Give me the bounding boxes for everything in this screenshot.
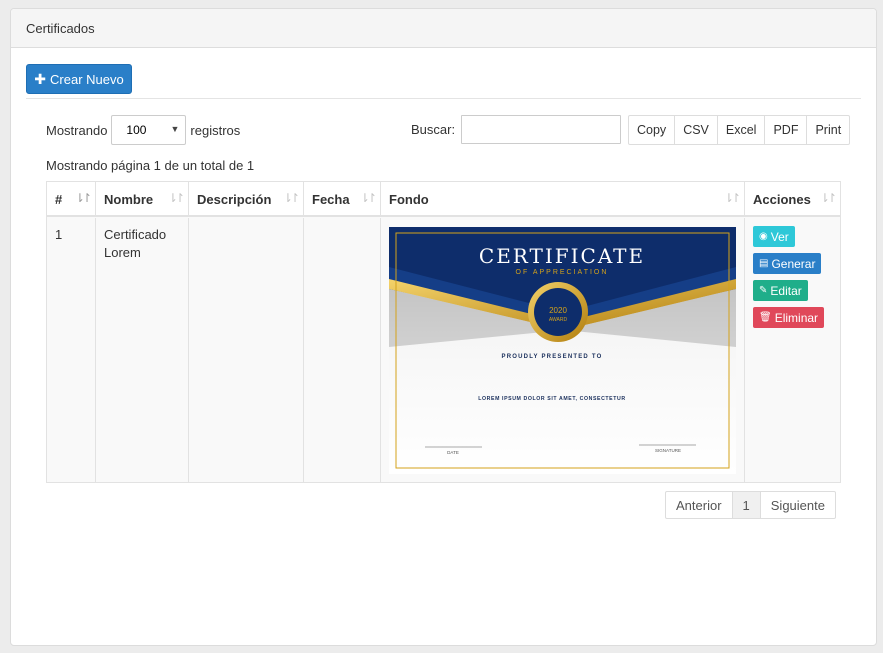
pagination: Anterior 1 Siguiente [665, 491, 836, 519]
sort-icon: ⇂↾ [359, 191, 377, 205]
sort-icon: ⇂↾ [167, 191, 185, 205]
view-button[interactable]: ◉ Ver [753, 226, 795, 247]
column-header-nombre[interactable]: Nombre ⇂↾ [95, 182, 188, 217]
csv-button[interactable]: CSV [674, 115, 718, 145]
delete-button[interactable]: 🗑 Eliminar [753, 307, 825, 328]
page-length-select[interactable]: 100 [111, 115, 187, 145]
seal-year: 2020 [549, 306, 567, 315]
column-header-descripcion[interactable]: Descripción ⇂↾ [188, 182, 303, 217]
cell-number: 1 [55, 227, 63, 242]
excel-button[interactable]: Excel [716, 115, 766, 145]
cell-nombre: Certificado Lorem [95, 218, 188, 482]
next-page-button[interactable]: Siguiente [759, 491, 836, 519]
cell-descripcion [188, 218, 303, 482]
search-control: Buscar: [411, 115, 622, 144]
search-input[interactable] [461, 115, 622, 144]
row-actions: ◉ Ver ▤ Generar ✎ Editar 🗑 Eliminar [753, 226, 832, 328]
cell-acciones: ◉ Ver ▤ Generar ✎ Editar 🗑 Eliminar [744, 218, 840, 482]
divider [26, 98, 861, 99]
certificate-image: CERTIFICATE OF APPRECIATION 2020 AWARD P… [389, 227, 736, 474]
plus-icon: ✚ [34, 70, 47, 87]
date-label: DATE [447, 450, 459, 455]
table-info: Mostrando página 1 de un total de 1 [46, 158, 255, 173]
certificate-body: LOREM IPSUM DOLOR SIT AMET, CONSECTETUR [478, 396, 625, 402]
create-new-label: Crear Nuevo [50, 71, 124, 87]
column-header-acciones[interactable]: Acciones ⇂↾ [744, 182, 840, 217]
generate-button[interactable]: ▤ Generar [753, 253, 822, 274]
print-button[interactable]: Print [806, 115, 851, 145]
sort-icon: ⇂↾ [723, 191, 741, 205]
eye-icon: ◉ [759, 230, 768, 242]
certificates-panel: Certificados ✚ Crear Nuevo Mostrando 100… [10, 8, 877, 646]
sort-icon: ⇂↾ [74, 191, 92, 205]
trash-icon: 🗑 [759, 311, 772, 323]
search-label: Buscar: [411, 122, 456, 137]
length-prefix: Mostrando [46, 122, 108, 138]
create-new-button[interactable]: ✚ Crear Nuevo [26, 64, 132, 94]
page-length-control: Mostrando 100 ▼ registros [46, 115, 240, 145]
seal-text: AWARD [549, 317, 568, 323]
pdf-file-icon: ▤ [759, 257, 769, 269]
table-header: # ⇂↾ Nombre ⇂↾ Descripción ⇂↾ Fecha ⇂↾ F… [47, 182, 840, 217]
panel-title: Certificados [11, 9, 876, 48]
cell-fondo: CERTIFICATE OF APPRECIATION 2020 AWARD P… [380, 218, 744, 482]
edit-icon: ✎ [759, 284, 768, 296]
export-buttons: Copy CSV Excel PDF Print [628, 115, 851, 145]
column-header-fondo[interactable]: Fondo ⇂↾ [380, 182, 744, 217]
pdf-button[interactable]: PDF [764, 115, 808, 145]
cell-fecha [303, 218, 380, 482]
certificate-presented: PROUDLY PRESENTED TO [502, 354, 603, 360]
certificate-subtitle: OF APPRECIATION [516, 269, 609, 276]
sort-icon: ⇂↾ [282, 191, 300, 205]
edit-button[interactable]: ✎ Editar [753, 280, 808, 301]
copy-button[interactable]: Copy [628, 115, 676, 145]
sort-icon: ⇂↾ [819, 191, 837, 205]
length-suffix: registros [190, 122, 241, 138]
previous-page-button[interactable]: Anterior [665, 491, 733, 519]
signature-label: SIGNATURE [655, 448, 681, 453]
page-1-button[interactable]: 1 [731, 491, 761, 519]
column-header-number[interactable]: # ⇂↾ [47, 182, 95, 217]
column-header-fecha[interactable]: Fecha ⇂↾ [303, 182, 380, 217]
certificates-table: # ⇂↾ Nombre ⇂↾ Descripción ⇂↾ Fecha ⇂↾ F… [46, 181, 841, 483]
certificate-title: CERTIFICATE [479, 244, 645, 268]
